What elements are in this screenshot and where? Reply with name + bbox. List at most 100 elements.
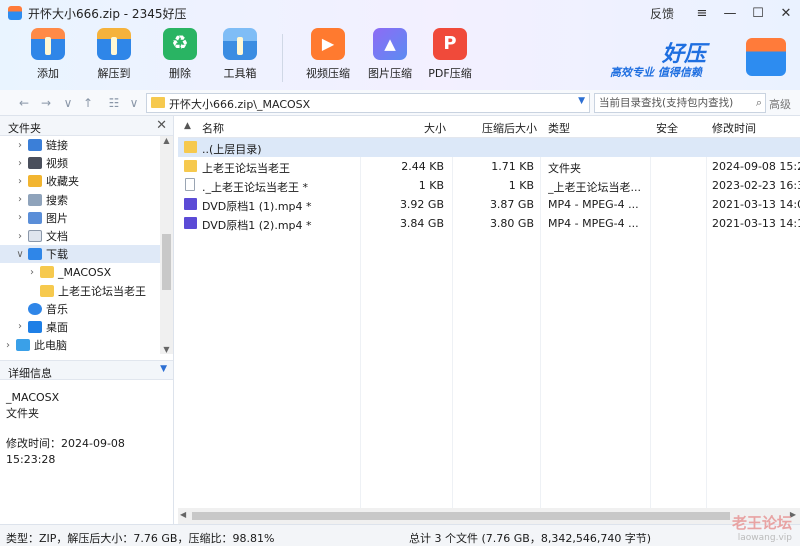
star-icon xyxy=(28,175,42,188)
scrollbar-thumb[interactable] xyxy=(192,512,730,520)
table-row[interactable]: DVD原档1 (2).mp4 * 3.84 GB 3.80 GB MP4 - M… xyxy=(178,214,800,233)
details-type: 文件夹 xyxy=(6,407,39,420)
column-size[interactable]: 大小 xyxy=(410,120,446,136)
extract-label: 解压到 xyxy=(97,67,131,80)
tree-item-laowang[interactable]: 上老王论坛当老王 xyxy=(0,282,160,300)
extract-button[interactable]: 解压到 xyxy=(86,28,142,81)
minimize-button[interactable]: — xyxy=(716,6,744,21)
tree-item-links[interactable]: › 链接 xyxy=(0,136,160,154)
search-input[interactable] xyxy=(595,94,745,112)
tree-item-pictures[interactable]: › 图片 xyxy=(0,209,160,227)
table-row[interactable]: ..(上层目录) xyxy=(178,138,800,157)
file-size: 1 KB xyxy=(418,179,444,192)
delete-button[interactable]: 删除 xyxy=(152,28,208,81)
up-arrow-icon[interactable]: ↑ xyxy=(80,94,96,112)
delete-label: 删除 xyxy=(169,67,191,80)
toolbox-button[interactable]: 工具箱 xyxy=(212,28,268,81)
pdf-compress-label: PDF压缩 xyxy=(428,67,472,80)
file-size: 3.92 GB xyxy=(399,198,444,211)
tree-label: 桌面 xyxy=(46,320,68,334)
table-row[interactable]: ._上老王论坛当老王 * 1 KB 1 KB _上老王论坛当老... 2023-… xyxy=(178,176,800,195)
tree-item-this-pc[interactable]: › 此电脑 xyxy=(0,336,160,354)
tree-item-videos[interactable]: › 视频 xyxy=(0,154,160,172)
expand-arrow-icon[interactable]: › xyxy=(2,340,14,351)
expand-arrow-icon[interactable]: › xyxy=(14,140,26,151)
menu-icon[interactable]: ≡ xyxy=(688,6,716,21)
column-name[interactable]: 名称 xyxy=(202,120,224,136)
file-name: 上老王论坛当老王 xyxy=(202,162,290,175)
tree-item-favorites[interactable]: › 收藏夹 xyxy=(0,172,160,190)
tree-item-downloads[interactable]: ∨ 下载 xyxy=(0,245,160,264)
maximize-button[interactable]: ☐ xyxy=(744,6,772,21)
details-name: _MACOSX xyxy=(6,391,60,404)
tree-item-documents[interactable]: › 文档 xyxy=(0,227,160,245)
tree-label: 文档 xyxy=(46,230,68,244)
scroll-left-arrow-icon[interactable]: ◀ xyxy=(180,510,186,519)
tree-item-search[interactable]: › 搜索 xyxy=(0,191,160,209)
add-button[interactable]: 添加 xyxy=(20,28,76,81)
tree-item-macosx[interactable]: › _MACOSX xyxy=(0,263,160,281)
expand-arrow-icon[interactable]: › xyxy=(14,176,26,187)
details-title: 详细信息 xyxy=(8,367,52,380)
path-field[interactable]: 开怀大小666.zip\_MACOSX ▼ xyxy=(146,93,590,113)
advanced-search-button[interactable]: 高级 xyxy=(769,96,791,112)
close-button[interactable]: ✕ xyxy=(772,6,800,21)
video-compress-label: 视频压缩 xyxy=(306,67,350,80)
file-type: MP4 - MPEG-4 ... xyxy=(548,217,639,230)
expand-arrow-icon[interactable]: › xyxy=(14,321,26,332)
search-icon[interactable]: ⌕ xyxy=(756,96,762,110)
view-mode-dropdown-icon[interactable]: ∨ xyxy=(126,94,142,112)
file-type: MP4 - MPEG-4 ... xyxy=(548,198,639,211)
brand-box-icon xyxy=(746,38,786,76)
expand-arrow-icon[interactable]: › xyxy=(26,267,38,278)
expand-arrow-icon[interactable]: › xyxy=(14,194,26,205)
tree-item-music[interactable]: 音乐 xyxy=(0,300,160,318)
scroll-up-arrow-icon[interactable]: ▲ xyxy=(160,136,173,145)
picture-folder-icon xyxy=(28,211,42,224)
video-compress-button[interactable]: 视频压缩 xyxy=(300,28,356,81)
path-dropdown-icon[interactable]: ▼ xyxy=(578,96,585,106)
file-size: 3.84 GB xyxy=(399,217,444,230)
details-header[interactable]: 详细信息 ▼ xyxy=(0,360,173,380)
scrollbar-thumb[interactable] xyxy=(162,234,171,290)
video-icon xyxy=(311,28,345,60)
feedback-link[interactable]: 反馈 xyxy=(650,5,674,22)
back-arrow-icon[interactable]: ← xyxy=(16,94,32,112)
column-security[interactable]: 安全 xyxy=(656,120,678,136)
file-type: 文件夹 xyxy=(548,162,581,175)
collapse-arrow-icon[interactable]: ∨ xyxy=(14,249,26,260)
expand-arrow-icon[interactable]: › xyxy=(14,231,26,242)
column-modified[interactable]: 修改时间 xyxy=(712,120,756,136)
folder-tree-scrollbar[interactable]: ▲ ▼ xyxy=(160,136,173,354)
file-packed-size: 1 KB xyxy=(508,179,534,192)
column-packed-size[interactable]: 压缩后大小 xyxy=(482,120,537,136)
link-icon xyxy=(28,139,42,152)
folder-pane: 文件夹 ✕ › 链接 › 视频 › 收藏夹 › 搜索 › 图片 › 文档 ∨ 下… xyxy=(0,116,174,524)
forward-arrow-icon[interactable]: → xyxy=(38,94,54,112)
file-modified: 2023-02-23 16:37 xyxy=(712,179,800,192)
pdf-compress-button[interactable]: PDF压缩 xyxy=(422,28,478,81)
tree-item-desktop[interactable]: › 桌面 xyxy=(0,318,160,336)
image-compress-button[interactable]: 图片压缩 xyxy=(362,28,418,81)
close-pane-icon[interactable]: ✕ xyxy=(156,118,167,133)
view-mode-icon[interactable]: ☷ xyxy=(106,94,122,112)
details-toggle-icon[interactable]: ▼ xyxy=(160,364,167,374)
expand-arrow-icon[interactable]: › xyxy=(14,158,26,169)
tree-label: 收藏夹 xyxy=(46,175,79,189)
add-archive-icon xyxy=(31,28,65,60)
table-row[interactable]: DVD原档1 (1).mp4 * 3.92 GB 3.87 GB MP4 - M… xyxy=(178,195,800,214)
scroll-down-arrow-icon[interactable]: ▼ xyxy=(160,345,173,354)
search-folder-icon xyxy=(28,193,42,206)
add-label: 添加 xyxy=(37,67,59,80)
expand-arrow-icon[interactable]: › xyxy=(14,212,26,223)
brand-logo: 好压 高效专业 值得信赖 xyxy=(610,36,790,84)
file-list: ▲ 名称 大小 压缩后大小 类型 安全 修改时间 ..(上层目录) 上老王论坛当… xyxy=(178,116,800,508)
folder-icon xyxy=(184,160,197,172)
table-row[interactable]: 上老王论坛当老王 2.44 KB 1.71 KB 文件夹 2024-09-08 … xyxy=(178,157,800,176)
folder-tree: › 链接 › 视频 › 收藏夹 › 搜索 › 图片 › 文档 ∨ 下载 › _M… xyxy=(0,136,160,354)
folder-icon xyxy=(40,284,54,297)
file-list-scrollbar[interactable]: ◀ ▶ xyxy=(178,508,800,524)
history-dropdown-icon[interactable]: ∨ xyxy=(60,94,76,112)
column-type[interactable]: 类型 xyxy=(548,120,570,136)
sort-ascending-icon: ▲ xyxy=(184,121,191,131)
